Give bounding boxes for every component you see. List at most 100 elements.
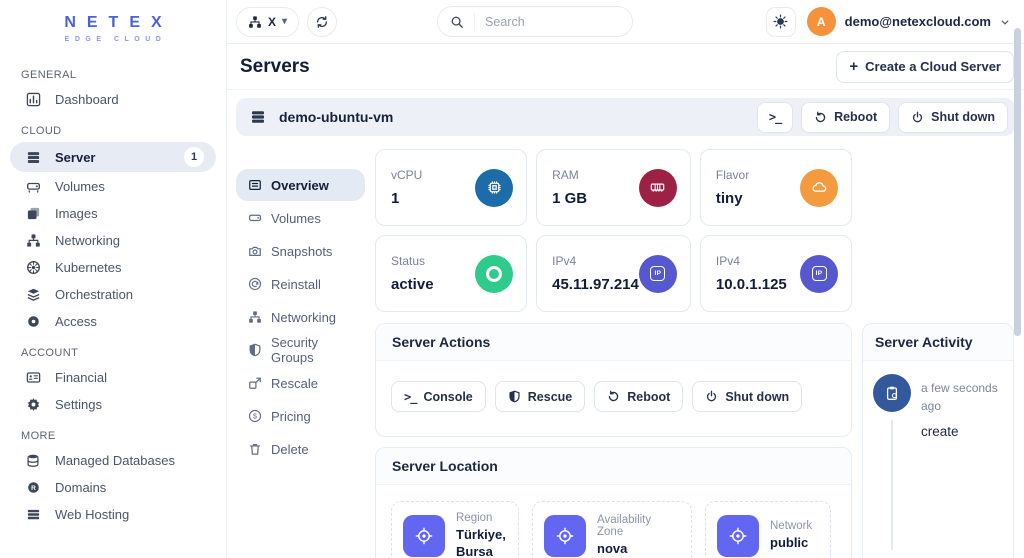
tab-security-groups[interactable]: Security Groups bbox=[236, 334, 365, 366]
user-menu[interactable]: A demo@netexcloud.com bbox=[806, 7, 1010, 36]
tab-reinstall[interactable]: Reinstall bbox=[236, 268, 365, 300]
sidebar-item-dashboard[interactable]: Dashboard bbox=[10, 86, 216, 112]
tab-overview[interactable]: Overview bbox=[236, 169, 365, 201]
tab-networking[interactable]: Networking bbox=[236, 301, 365, 333]
page-title: Servers bbox=[240, 55, 310, 77]
tab-volumes[interactable]: Volumes bbox=[236, 202, 365, 234]
tab-label: Overview bbox=[271, 177, 329, 193]
ip-icon: IP bbox=[800, 254, 838, 293]
search-input[interactable] bbox=[485, 14, 621, 29]
sidebar-item-networking[interactable]: Networking bbox=[10, 227, 216, 253]
sidebar-item-web-hosting[interactable]: Web Hosting bbox=[10, 501, 216, 527]
sidebar-item-volumes[interactable]: Volumes bbox=[10, 173, 216, 199]
power-icon bbox=[911, 111, 924, 124]
server-location-card: Server Location Region Türkiye, Bursa Av… bbox=[375, 447, 852, 558]
reboot-button[interactable]: Reboot bbox=[594, 381, 684, 412]
sidebar-item-label: Networking bbox=[55, 232, 121, 248]
plus-icon: + bbox=[849, 58, 859, 75]
project-selector-button[interactable]: X ▾ bbox=[236, 6, 300, 37]
cloud-icon bbox=[800, 168, 838, 207]
tab-delete[interactable]: Delete bbox=[236, 433, 365, 465]
search-icon bbox=[450, 12, 476, 31]
timeline-line bbox=[891, 420, 893, 550]
stat-card-flavor: Flavor tiny bbox=[699, 149, 852, 226]
terminal-icon: >_ bbox=[404, 389, 417, 404]
crosshair-icon bbox=[544, 515, 586, 558]
sidebar-item-settings[interactable]: Settings bbox=[10, 391, 216, 417]
rescue-button[interactable]: Rescue bbox=[494, 381, 586, 412]
server-location-items: Region Türkiye, Bursa Availability Zone … bbox=[376, 485, 851, 558]
sidebar-item-managed-databases[interactable]: Managed Databases bbox=[10, 447, 216, 473]
tab-pricing[interactable]: $ Pricing bbox=[236, 400, 365, 432]
create-cloud-server-button[interactable]: + Create a Cloud Server bbox=[836, 50, 1014, 83]
shield-icon bbox=[508, 390, 521, 403]
stat-label: IPv4 bbox=[552, 254, 577, 268]
camera-icon bbox=[247, 244, 262, 259]
tab-rescale[interactable]: Rescale bbox=[236, 367, 365, 399]
tab-snapshots[interactable]: Snapshots bbox=[236, 235, 365, 267]
sidebar-item-kubernetes[interactable]: Kubernetes bbox=[10, 254, 216, 280]
activity-action: create bbox=[921, 424, 959, 439]
sidebar-item-financial[interactable]: Financial bbox=[10, 364, 216, 390]
cpu-icon bbox=[475, 168, 514, 207]
location-value: Türkiye, Bursa bbox=[456, 527, 506, 558]
sync-icon bbox=[315, 15, 329, 29]
server-actions-card: Server Actions >_ Console Rescue Reboot … bbox=[375, 323, 852, 437]
stat-label: IPv4 bbox=[715, 254, 740, 268]
logo-name: NETEX bbox=[64, 14, 173, 31]
stat-card-ipv4-private: IPv4 10.0.1.125 IP bbox=[699, 235, 852, 312]
drive-icon bbox=[25, 178, 41, 194]
stat-value: active bbox=[391, 276, 434, 293]
sidebar: NETEX EDGE CLOUD GENERAL Dashboard CLOUD… bbox=[0, 0, 227, 558]
sidebar-item-access[interactable]: Access bbox=[10, 308, 216, 334]
stat-value: 45.11.97.214 bbox=[552, 276, 639, 293]
console-label: Console bbox=[423, 389, 473, 404]
user-email: demo@netexcloud.com bbox=[844, 14, 991, 29]
shutdown-button[interactable]: Shut down bbox=[692, 381, 803, 412]
avatar: A bbox=[806, 7, 836, 36]
server-actions-buttons: >_ Console Rescue Reboot Shut down bbox=[376, 361, 851, 436]
sidebar-item-images[interactable]: Images bbox=[10, 200, 216, 226]
overview-icon bbox=[247, 178, 262, 193]
terminal-icon: >_ bbox=[768, 110, 782, 124]
stat-card-ram: RAM 1 GB bbox=[536, 149, 691, 226]
power-icon bbox=[705, 390, 718, 403]
project-selector-label: X bbox=[268, 14, 277, 29]
create-cloud-server-label: Create a Cloud Server bbox=[865, 59, 1001, 74]
reboot-label: Reboot bbox=[627, 389, 671, 404]
sun-icon bbox=[773, 14, 788, 29]
sidebar-item-label: Financial bbox=[55, 369, 108, 385]
images-icon bbox=[25, 205, 41, 221]
stat-label: Status bbox=[391, 254, 426, 268]
server-bar-actions: >_ Reboot Shut down bbox=[757, 101, 1008, 133]
sidebar-item-orchestration[interactable]: Orchestration bbox=[10, 281, 216, 307]
theme-toggle-button[interactable] bbox=[765, 6, 796, 37]
section-label-account: ACCOUNT bbox=[21, 347, 79, 359]
location-item-region: Region Türkiye, Bursa bbox=[391, 501, 519, 558]
console-button[interactable]: >_ Console bbox=[391, 381, 486, 412]
sidebar-item-domains[interactable]: R Domains bbox=[10, 474, 216, 500]
server-count-badge: 1 bbox=[184, 147, 204, 167]
refresh-button[interactable] bbox=[307, 6, 338, 37]
sitemap-icon bbox=[25, 232, 41, 248]
dollar-circle-icon: $ bbox=[247, 409, 262, 424]
sidebar-item-server[interactable]: Server 1 bbox=[10, 142, 216, 172]
sidebar-item-label: Volumes bbox=[55, 178, 105, 194]
sidebar-item-label: Domains bbox=[55, 479, 107, 495]
resize-icon bbox=[247, 376, 262, 391]
sidebar-item-label: Web Hosting bbox=[55, 506, 130, 522]
sidebar-item-label: Images bbox=[55, 205, 98, 221]
tab-label: Security Groups bbox=[271, 335, 318, 365]
location-value: public bbox=[770, 535, 809, 551]
search-bar bbox=[437, 6, 634, 37]
console-button[interactable]: >_ bbox=[757, 101, 794, 133]
scrollbar-thumb[interactable] bbox=[1014, 28, 1021, 336]
reboot-button[interactable]: Reboot bbox=[801, 101, 891, 133]
stat-card-ipv4-public: IPv4 45.11.97.214 IP bbox=[536, 235, 691, 312]
topbar: X ▾ A demo@netexcloud.com bbox=[227, 0, 1024, 44]
shutdown-button[interactable]: Shut down bbox=[898, 101, 1008, 133]
stat-value: 10.0.1.125 bbox=[715, 276, 787, 293]
page-header: Servers + Create a Cloud Server bbox=[227, 44, 1024, 90]
ip-icon: IP bbox=[638, 254, 677, 293]
server-activity-card: Server Activity a few seconds ago create bbox=[862, 323, 1014, 558]
